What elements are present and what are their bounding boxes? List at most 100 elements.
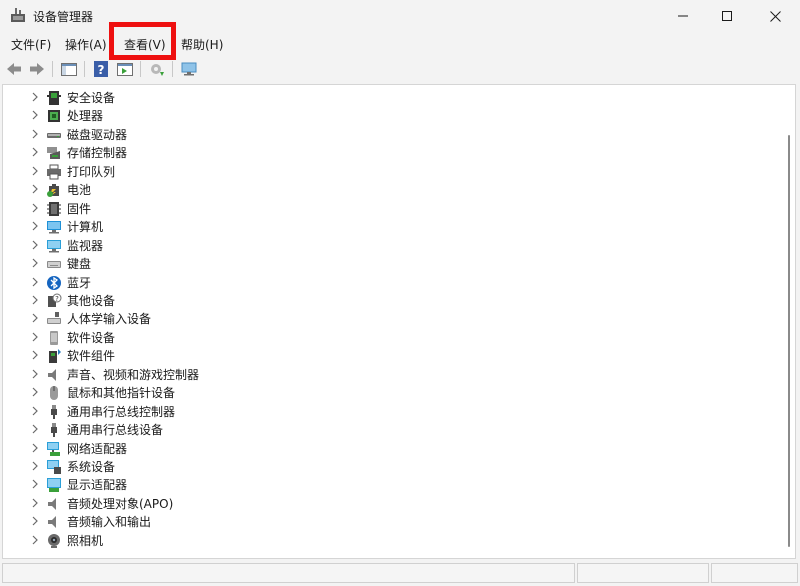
tree-node-label: 网络适配器 <box>67 441 128 456</box>
chevron-right-icon[interactable] <box>31 183 39 195</box>
chevron-right-icon[interactable] <box>31 497 39 509</box>
chevron-right-icon[interactable] <box>31 405 39 417</box>
chevron-right-icon[interactable] <box>31 331 39 343</box>
tree-node[interactable]: 安全设备 <box>3 89 773 107</box>
chevron-right-icon[interactable] <box>31 534 39 546</box>
tree-node[interactable]: 处理器 <box>3 107 773 125</box>
tree-node-label: 通用串行总线设备 <box>67 423 164 438</box>
audio-processing-icon <box>48 497 56 510</box>
tree-node[interactable]: 软件组件 <box>3 347 773 365</box>
storage-controller-icon <box>47 147 60 160</box>
toolbar-separator <box>84 61 85 77</box>
toolbar-separator <box>172 61 173 77</box>
tree-node-label: 其他设备 <box>67 293 116 308</box>
chevron-right-icon[interactable] <box>31 91 39 103</box>
tree-node[interactable]: 显示适配器 <box>3 476 773 494</box>
tree-node[interactable]: 磁盘驱动器 <box>3 126 773 144</box>
bluetooth-icon <box>47 275 61 290</box>
chevron-right-icon[interactable] <box>31 220 39 232</box>
status-pane-secondary <box>577 563 709 583</box>
tree-node-label: 蓝牙 <box>67 275 92 290</box>
chevron-right-icon[interactable] <box>31 349 39 361</box>
tree-node-label: 监视器 <box>67 238 104 253</box>
disk-drive-icon <box>47 132 61 138</box>
chevron-right-icon[interactable] <box>31 146 39 158</box>
tree-node-label: 系统设备 <box>67 460 116 474</box>
printer-icon <box>47 164 61 180</box>
display-adapter-icon <box>47 478 61 493</box>
chevron-right-icon[interactable] <box>31 294 39 306</box>
tree-node[interactable]: 通用串行总线控制器 <box>3 403 773 421</box>
help-icon[interactable]: ? <box>92 60 110 78</box>
chevron-right-icon[interactable] <box>31 515 39 527</box>
tree-node-label: 音频输入和输出 <box>67 515 152 530</box>
vertical-scrollbar[interactable] <box>783 85 795 558</box>
chevron-right-icon[interactable] <box>31 386 39 398</box>
tree-node-label: 声音、视频和游戏控制器 <box>67 367 200 382</box>
close-button[interactable] <box>752 0 798 32</box>
chevron-right-icon[interactable] <box>31 165 39 177</box>
chevron-right-icon[interactable] <box>31 239 39 251</box>
toolbar-separator <box>140 61 141 77</box>
tree-node[interactable]: 蓝牙 <box>3 274 773 292</box>
tree-node[interactable]: 音频处理对象(APO) <box>3 495 773 513</box>
svg-text:?: ? <box>98 63 105 77</box>
chevron-right-icon[interactable] <box>31 109 39 121</box>
tree-node[interactable]: ? 其他设备 <box>3 292 773 310</box>
system-device-icon <box>47 460 61 474</box>
tree-node[interactable]: 电池 <box>3 181 773 199</box>
menu-action[interactable]: 操作(A) <box>65 36 107 54</box>
tree-node[interactable]: 照相机 <box>3 532 773 550</box>
chevron-right-icon[interactable] <box>31 257 39 269</box>
camera-icon <box>48 533 60 548</box>
chevron-right-icon[interactable] <box>31 442 39 454</box>
console-tree-icon[interactable] <box>60 60 78 78</box>
tree-node[interactable]: 存储控制器 <box>3 144 773 162</box>
chevron-right-icon[interactable] <box>31 478 39 490</box>
forward-arrow-icon[interactable] <box>28 60 46 78</box>
back-arrow-icon[interactable] <box>5 60 23 78</box>
chevron-right-icon[interactable] <box>31 128 39 140</box>
usb-device-icon <box>51 423 57 438</box>
tree-node[interactable]: 监视器 <box>3 237 773 255</box>
tree-node-label: 计算机 <box>67 220 104 235</box>
chevron-right-icon[interactable] <box>31 202 39 214</box>
tree-node[interactable]: 网络适配器 <box>3 440 773 458</box>
minimize-button[interactable] <box>660 0 706 32</box>
toolbar-separator <box>52 61 53 77</box>
tree-node-label: 显示适配器 <box>67 478 128 493</box>
chevron-right-icon[interactable] <box>31 368 39 380</box>
menu-file[interactable]: 文件(F) <box>11 36 51 54</box>
tree-node[interactable]: 打印队列 <box>3 163 773 181</box>
maximize-button[interactable] <box>704 0 750 32</box>
chevron-right-icon[interactable] <box>31 460 39 472</box>
scan-hardware-icon[interactable] <box>180 60 198 78</box>
tree-node-label: 照相机 <box>67 533 104 548</box>
scrollbar-thumb[interactable] <box>788 135 790 547</box>
properties-icon[interactable] <box>116 60 134 78</box>
maximize-icon <box>722 11 732 21</box>
tree-node[interactable]: 固件 <box>3 200 773 218</box>
status-pane-tertiary <box>711 563 798 583</box>
usb-icon <box>51 404 57 419</box>
menu-help[interactable]: 帮助(H) <box>181 36 223 54</box>
tree-node-label: 处理器 <box>67 109 104 124</box>
tree-node[interactable]: 人体学输入设备 <box>3 310 773 328</box>
tree-node-label: 安全设备 <box>67 91 116 105</box>
tree-node[interactable]: 通用串行总线设备 <box>3 421 773 439</box>
tree-node[interactable]: 系统设备 <box>3 458 773 476</box>
chevron-right-icon[interactable] <box>31 423 39 435</box>
tree-node[interactable]: 音频输入和输出 <box>3 513 773 531</box>
tree-node-label: 打印队列 <box>67 164 116 179</box>
tree-node[interactable]: 键盘 <box>3 255 773 273</box>
tree-node[interactable]: 鼠标和其他指针设备 <box>3 384 773 402</box>
tree-node[interactable]: 软件设备 <box>3 329 773 347</box>
monitor-icon <box>47 239 61 253</box>
tree-node-label: 存储控制器 <box>67 146 128 161</box>
chevron-right-icon[interactable] <box>31 312 39 324</box>
chevron-right-icon[interactable] <box>31 276 39 288</box>
view-menu-highlight-box <box>109 22 176 60</box>
tree-node[interactable]: 声音、视频和游戏控制器 <box>3 366 773 384</box>
update-driver-icon[interactable] <box>148 60 166 78</box>
tree-node[interactable]: 计算机 <box>3 218 773 236</box>
